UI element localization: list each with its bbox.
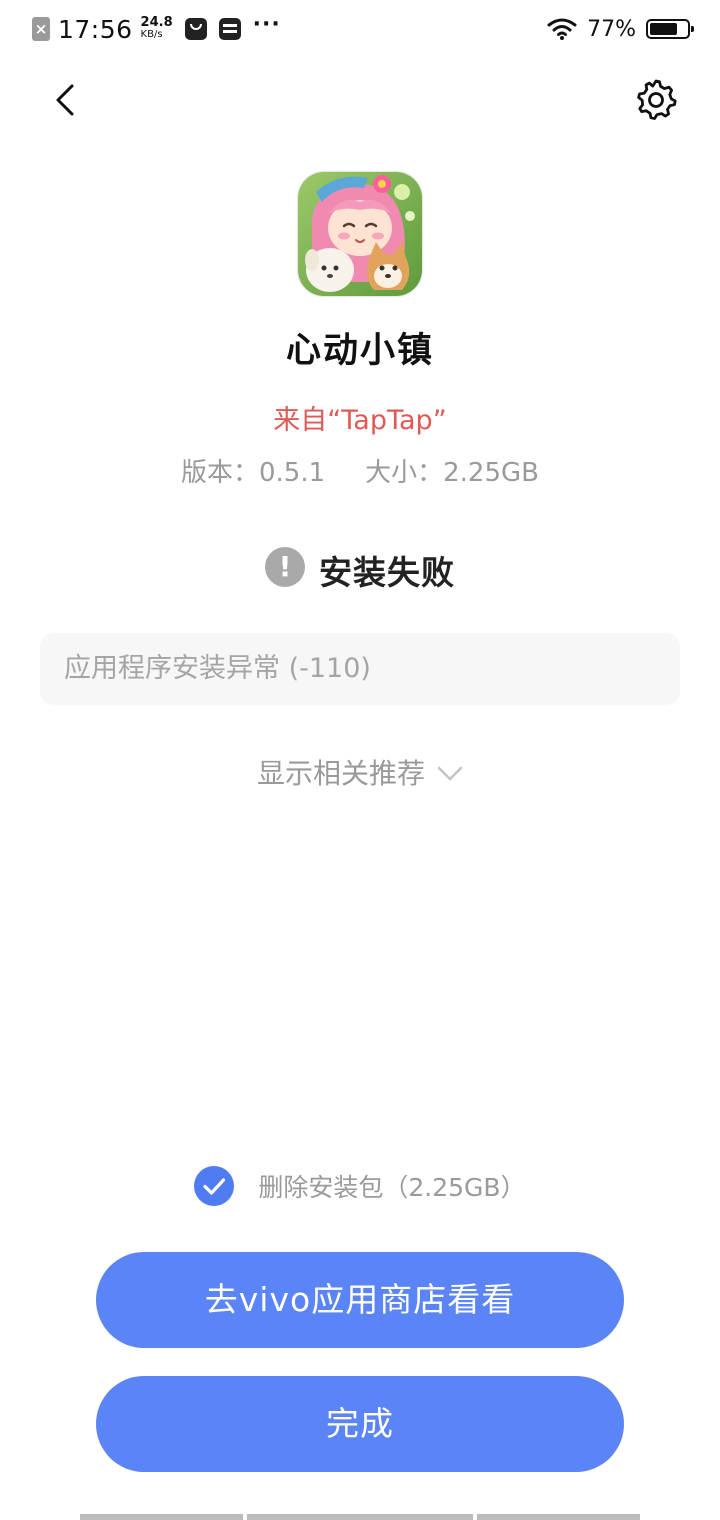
app-meta: 版本：0.5.1 大小：2.25GB — [0, 452, 720, 489]
no-sim-icon — [32, 17, 50, 41]
more-notifications-icon: ··· — [252, 12, 281, 37]
install-result: ! 安装失败 — [0, 546, 720, 594]
status-left: 17:56 24.8 KB/s ··· — [32, 14, 281, 44]
install-result-screen: 17:56 24.8 KB/s ··· 77% — [0, 0, 720, 1520]
show-recommendations-toggle[interactable]: 显示相关推荐 — [0, 752, 720, 792]
exclamation-icon: ! — [265, 547, 305, 587]
status-time: 17:56 — [58, 14, 133, 44]
recommend-toggle-label: 显示相关推荐 — [256, 757, 425, 790]
delete-package-label: 删除安装包（2.25GB） — [258, 1173, 526, 1202]
app-version: 版本：0.5.1 — [180, 458, 326, 488]
app-source: 来自“TapTap” — [273, 405, 447, 436]
error-message: 应用程序安装异常 (-110) — [64, 653, 371, 684]
gesture-bar-left — [80, 1514, 243, 1520]
done-button[interactable]: 完成 — [96, 1376, 624, 1472]
go-to-app-store-button[interactable]: 去vivo应用商店看看 — [96, 1252, 624, 1348]
status-right: 77% — [547, 14, 694, 44]
battery-level-fill — [650, 23, 677, 35]
app-icon — [298, 172, 422, 296]
delete-package-option[interactable]: 删除安装包（2.25GB） — [0, 1166, 720, 1206]
battery-percent: 77% — [587, 16, 636, 42]
back-button[interactable] — [44, 78, 88, 122]
wifi-icon — [547, 18, 577, 40]
settings-gear-icon[interactable] — [634, 78, 678, 122]
notification-message-icon — [218, 18, 241, 40]
network-speed-unit: KB/s — [140, 29, 163, 40]
status-bar: 17:56 24.8 KB/s ··· 77% — [0, 0, 720, 58]
gesture-bar-center — [247, 1514, 473, 1520]
network-speed: 24.8 KB/s — [140, 15, 173, 41]
checkbox-checked-icon[interactable] — [194, 1166, 235, 1206]
checkmark-icon — [203, 1178, 226, 1195]
app-size: 大小：2.25GB — [365, 458, 540, 488]
chevron-down-icon — [437, 766, 463, 781]
notification-app-icon — [184, 18, 207, 40]
error-message-box: 应用程序安装异常 (-110) — [40, 633, 680, 705]
app-name: 心动小镇 — [285, 331, 434, 371]
result-title: 安装失败 — [319, 553, 455, 592]
battery-icon — [646, 19, 694, 39]
network-speed-value: 24.8 — [140, 15, 173, 30]
gesture-bar-right — [477, 1514, 640, 1520]
